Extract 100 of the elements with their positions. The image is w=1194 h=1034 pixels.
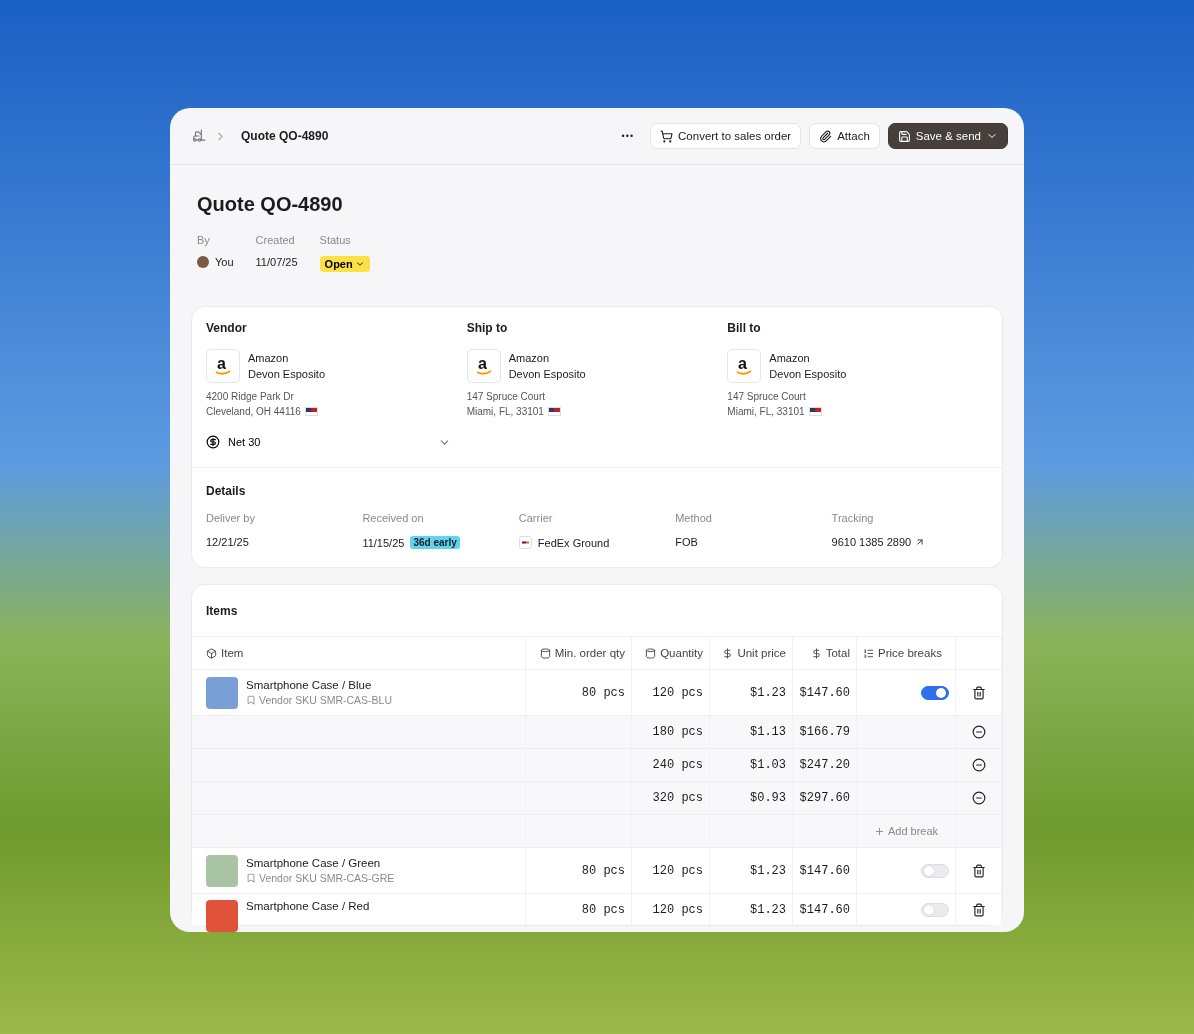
contact-name: Devon Esposito bbox=[248, 367, 326, 382]
cart-icon bbox=[660, 129, 674, 143]
meta-value: You bbox=[215, 256, 234, 268]
column-header: Price breaks bbox=[878, 647, 942, 659]
delete-icon[interactable] bbox=[971, 863, 986, 878]
cylinder-icon bbox=[645, 647, 657, 659]
bookmark-icon bbox=[246, 873, 256, 883]
field-value: 11/15/25 bbox=[362, 536, 405, 549]
table-cell: $147.60 bbox=[793, 847, 857, 893]
delete-icon[interactable] bbox=[971, 902, 986, 917]
column-header: Min. order qty bbox=[554, 647, 625, 659]
section-heading: Vendor bbox=[206, 321, 248, 335]
table-cell: 120 pcs bbox=[632, 893, 710, 925]
more-button[interactable]: ••• bbox=[613, 127, 643, 145]
meta-label: Status bbox=[319, 234, 352, 246]
address-line: Miami, FL, 33101 bbox=[466, 405, 544, 419]
remove-icon[interactable] bbox=[971, 758, 986, 772]
convert-button[interactable]: Convert to sales order bbox=[650, 123, 802, 149]
table-cell: $147.60 bbox=[793, 669, 857, 715]
cylinder-icon bbox=[539, 647, 551, 659]
table-cell: $1.23 bbox=[710, 893, 793, 925]
column-header: Item bbox=[221, 647, 244, 659]
field-label: Tracking bbox=[831, 512, 875, 524]
field-label: Carrier bbox=[518, 512, 554, 524]
field-label: Received on bbox=[362, 512, 425, 524]
forklift-icon[interactable] bbox=[192, 129, 206, 143]
avatar bbox=[197, 256, 209, 268]
section-heading: Ship to bbox=[466, 321, 509, 335]
table-cell: $247.20 bbox=[793, 748, 857, 781]
arrow-up-right-icon bbox=[915, 537, 926, 547]
company-logo: a bbox=[466, 349, 501, 383]
table-cell: 120 pcs bbox=[632, 847, 710, 893]
save-send-button[interactable]: Save & send bbox=[887, 123, 1008, 149]
address-line: 4200 Ridge Park Dr bbox=[206, 390, 294, 404]
flag-icon bbox=[547, 407, 561, 416]
address-line: Cleveland, OH 44116 bbox=[206, 405, 301, 419]
meta-label: Created bbox=[255, 234, 296, 246]
remove-icon[interactable] bbox=[971, 791, 986, 805]
plus-icon bbox=[873, 825, 885, 837]
box-icon bbox=[206, 647, 217, 659]
page-title: Quote QO-4890 bbox=[197, 193, 344, 216]
table-cell: 180 pcs bbox=[632, 715, 710, 748]
table-cell: $297.60 bbox=[793, 781, 857, 814]
flag-icon bbox=[304, 407, 318, 416]
field-value: FedEx Ground bbox=[537, 536, 610, 549]
item-name: Smartphone Case / Red bbox=[246, 900, 370, 912]
company-logo: a bbox=[727, 349, 762, 383]
section-heading: Details bbox=[206, 484, 247, 498]
table-cell: 320 pcs bbox=[632, 781, 710, 814]
company-logo: a bbox=[206, 349, 240, 383]
dollar-circle-icon bbox=[206, 435, 220, 449]
meta-value: 11/07/25 bbox=[255, 256, 298, 268]
bookmark-icon bbox=[246, 695, 256, 705]
table-cell: 120 pcs bbox=[632, 669, 710, 715]
carrier-logo-icon bbox=[518, 536, 532, 549]
payment-terms-dropdown[interactable]: Net 30 bbox=[206, 419, 451, 467]
section-heading: Items bbox=[206, 604, 239, 618]
table-cell: 240 pcs bbox=[632, 748, 710, 781]
company-name: Amazon bbox=[248, 351, 290, 366]
table-cell: $1.03 bbox=[710, 748, 793, 781]
table-cell: 80 pcs bbox=[526, 893, 632, 925]
price-breaks-toggle[interactable] bbox=[921, 685, 949, 700]
paperclip-icon bbox=[819, 129, 833, 143]
table-cell: $1.23 bbox=[710, 669, 793, 715]
address-line: 147 Spruce Court bbox=[727, 390, 806, 404]
section-heading: Bill to bbox=[727, 321, 762, 335]
table-cell: $147.60 bbox=[793, 893, 857, 925]
address-line: Miami, FL, 33101 bbox=[727, 405, 805, 419]
vendor-sku: Vendor SKU SMR-CAS-GRE bbox=[259, 872, 395, 884]
chevron-down-icon bbox=[354, 259, 365, 269]
table-cell: 80 pcs bbox=[526, 669, 632, 715]
item-name: Smartphone Case / Blue bbox=[246, 679, 373, 691]
meta-label: By bbox=[197, 234, 211, 246]
address-line: 147 Spruce Court bbox=[466, 390, 546, 404]
early-badge: 36d early bbox=[410, 536, 460, 549]
field-label: Deliver by bbox=[206, 512, 256, 524]
flag-icon bbox=[808, 407, 822, 416]
tracking-link[interactable]: 9610 1385 2890 bbox=[831, 536, 988, 548]
list-icon bbox=[863, 647, 874, 659]
remove-icon[interactable] bbox=[971, 725, 986, 739]
table-cell: $1.13 bbox=[710, 715, 793, 748]
table-cell: 80 pcs bbox=[526, 847, 632, 893]
column-header: Unit price bbox=[737, 647, 786, 659]
breadcrumb-current: Quote QO-4890 bbox=[241, 129, 329, 143]
table-cell: $166.79 bbox=[793, 715, 857, 748]
field-label: Method bbox=[675, 512, 713, 524]
delete-icon[interactable] bbox=[971, 685, 986, 700]
contact-name: Devon Esposito bbox=[508, 367, 586, 382]
dollar-icon bbox=[722, 647, 734, 659]
table-cell: $0.93 bbox=[710, 781, 793, 814]
company-name: Amazon bbox=[508, 351, 550, 366]
field-value: 12/21/25 bbox=[206, 536, 249, 548]
dollar-icon bbox=[810, 647, 822, 659]
company-name: Amazon bbox=[769, 351, 811, 366]
status-dropdown[interactable]: Open bbox=[319, 256, 370, 272]
table-cell: $1.23 bbox=[710, 847, 793, 893]
attach-button[interactable]: Attach bbox=[809, 123, 880, 149]
field-value: FOB bbox=[675, 536, 698, 548]
column-header: Total bbox=[825, 647, 850, 659]
column-header: Quantity bbox=[660, 647, 703, 659]
